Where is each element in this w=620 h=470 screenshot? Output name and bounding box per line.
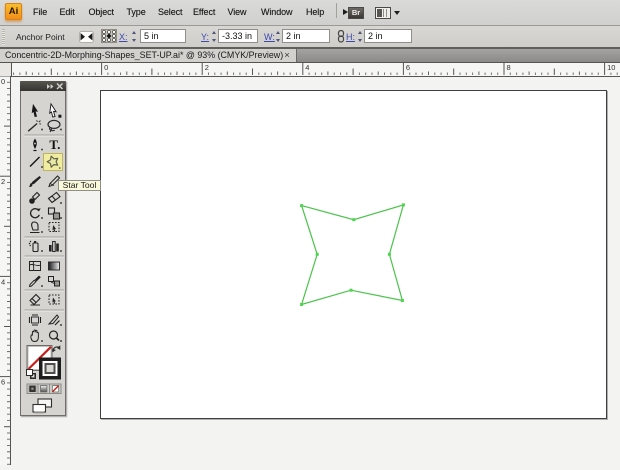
svg-text:2: 2	[205, 63, 209, 72]
svg-text:0: 0	[104, 63, 108, 72]
svg-text:6: 6	[1, 378, 5, 387]
svg-text:4: 4	[1, 277, 5, 286]
svg-text:0: 0	[1, 77, 5, 86]
svg-text:T.: T.	[49, 137, 60, 152]
svg-text:8: 8	[507, 63, 511, 72]
svg-text:6: 6	[406, 63, 410, 72]
svg-text:2: 2	[1, 177, 5, 186]
svg-text:4: 4	[305, 63, 309, 72]
svg-text:10: 10	[607, 63, 615, 72]
